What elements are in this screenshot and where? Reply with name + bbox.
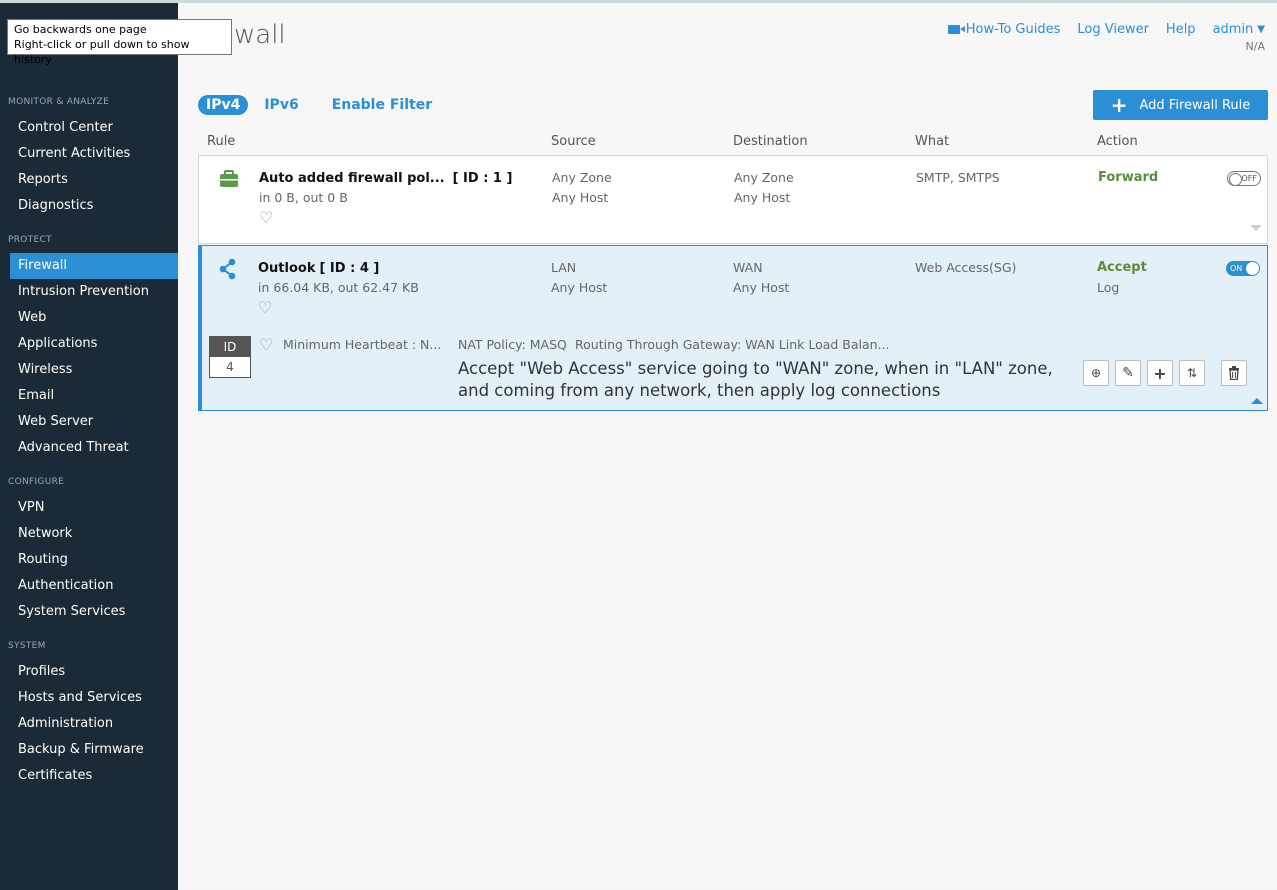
rule-dest-host: Any Host xyxy=(733,280,790,295)
rule-toggle[interactable]: ON xyxy=(1226,261,1260,276)
rule-dest-zone: Any Zone xyxy=(734,170,794,185)
caret-down-icon: ▼ xyxy=(1257,24,1265,35)
rule-source-host: Any Host xyxy=(552,190,609,205)
id-box-value: 4 xyxy=(226,360,234,374)
sidebar-item-advanced-threat[interactable]: Advanced Threat xyxy=(0,435,178,461)
heart-icon[interactable]: ♡ xyxy=(259,210,273,226)
rule-row-expanded[interactable]: Outlook [ ID : 4 ] in 66.04 KB, out 62.4… xyxy=(198,245,1268,411)
sidebar-item-administration[interactable]: Administration xyxy=(0,711,178,737)
rule-action: Accept xyxy=(1097,260,1147,275)
sidebar-item-control-center[interactable]: Control Center xyxy=(0,115,178,141)
sidebar-section-title: CONFIGURE xyxy=(8,477,65,487)
move-button[interactable]: ⇅ xyxy=(1179,360,1205,386)
rule-dest-host: Any Host xyxy=(734,190,791,205)
video-icon xyxy=(947,25,965,34)
sidebar-item-web[interactable]: Web xyxy=(0,305,178,331)
nat-policy: NAT Policy: MASQ xyxy=(458,337,567,352)
sidebar-item-web-server[interactable]: Web Server xyxy=(0,409,178,435)
sidebar-item-network[interactable]: Network xyxy=(0,521,178,547)
add-firewall-rule-label: Add Firewall Rule xyxy=(1139,97,1251,113)
col-destination: Destination xyxy=(733,134,808,149)
sidebar-item-hosts-and-services[interactable]: Hosts and Services xyxy=(0,685,178,711)
sidebar-section-title: PROTECT xyxy=(8,235,52,245)
heartbeat-heart-icon: ♡ xyxy=(259,335,274,354)
rule-source-zone: LAN xyxy=(551,260,577,275)
add-to-group-button[interactable]: ⊕ xyxy=(1083,360,1109,386)
enable-filter-link[interactable]: Enable Filter xyxy=(332,97,432,113)
rule-id: [ ID : 1 ] xyxy=(452,171,513,186)
tab-ipv6[interactable]: IPv6 xyxy=(264,97,298,113)
col-rule: Rule xyxy=(207,134,236,149)
col-what: What xyxy=(915,134,950,149)
rule-name: Auto added firewall pol... xyxy=(259,171,445,186)
add-firewall-rule-button[interactable]: + Add Firewall Rule xyxy=(1093,90,1268,120)
main-content: ewall How-To Guides Log Viewer Help admi… xyxy=(178,3,1277,888)
collapse-icon[interactable] xyxy=(1251,398,1263,404)
rule-what: SMTP, SMTPS xyxy=(916,170,1000,185)
col-source: Source xyxy=(551,134,596,149)
log-viewer-link[interactable]: Log Viewer xyxy=(1077,22,1149,37)
routing-gateway: Routing Through Gateway: WAN Link Load B… xyxy=(575,337,890,352)
back-tooltip: Go backwards one page Right-click or pul… xyxy=(7,19,232,66)
edit-button[interactable]: ✎ xyxy=(1115,360,1141,386)
sidebar-item-system-services[interactable]: System Services xyxy=(0,599,178,625)
sidebar-item-current-activities[interactable]: Current Activities xyxy=(0,141,178,167)
sidebar-item-firewall[interactable]: Firewall xyxy=(10,253,178,279)
sidebar-item-wireless[interactable]: Wireless xyxy=(0,357,178,383)
id-box: ID 4 xyxy=(209,336,251,378)
plus-icon: + xyxy=(1153,363,1167,383)
sidebar-item-intrusion-prevention[interactable]: Intrusion Prevention xyxy=(0,279,178,305)
sidebar-item-certificates[interactable]: Certificates xyxy=(0,763,178,789)
add-button[interactable]: + xyxy=(1147,360,1173,386)
briefcase-icon xyxy=(220,170,238,187)
sidebar-item-vpn[interactable]: VPN xyxy=(0,495,178,521)
sidebar-item-authentication[interactable]: Authentication xyxy=(0,573,178,599)
column-headers: Rule Source Destination What Action xyxy=(198,134,1268,154)
how-to-guides-link[interactable]: How-To Guides xyxy=(947,22,1060,37)
pencil-icon: ✎ xyxy=(1122,365,1134,381)
ip-tabs: IPv4 IPv6 Enable Filter xyxy=(198,95,432,115)
rule-source-host: Any Host xyxy=(551,280,608,295)
delete-button[interactable] xyxy=(1221,360,1247,386)
arrows-icon: ⇅ xyxy=(1186,366,1198,380)
sidebar-item-routing[interactable]: Routing xyxy=(0,547,178,573)
sidebar-item-profiles[interactable]: Profiles xyxy=(0,659,178,685)
help-link[interactable]: Help xyxy=(1166,22,1196,37)
col-action: Action xyxy=(1097,134,1138,149)
circle-plus-icon: ⊕ xyxy=(1090,366,1102,380)
sidebar-item-applications[interactable]: Applications xyxy=(0,331,178,357)
top-links: How-To Guides Log Viewer Help admin ▼ xyxy=(931,22,1265,37)
rule-log: Log xyxy=(1097,280,1120,295)
plus-icon: + xyxy=(1110,93,1128,117)
admin-menu[interactable]: admin ▼ xyxy=(1213,22,1265,37)
na-label: N/A xyxy=(1245,40,1265,53)
rule-toggle[interactable]: OFF xyxy=(1227,171,1261,186)
sidebar-item-reports[interactable]: Reports xyxy=(0,167,178,193)
heartbeat-text: Minimum Heartbeat : N... xyxy=(283,337,442,352)
sidebar-section-title: MONITOR & ANALYZE xyxy=(8,97,110,107)
rule-source-zone: Any Zone xyxy=(552,170,612,185)
rule-id: [ ID : 4 ] xyxy=(319,261,380,276)
rule-description: Accept "Web Access" service going to "WA… xyxy=(458,359,1053,400)
share-icon xyxy=(219,258,236,280)
rule-name: Outlook xyxy=(258,261,316,276)
rule-traffic: in 0 B, out 0 B xyxy=(259,190,348,205)
sidebar-item-diagnostics[interactable]: Diagnostics xyxy=(0,193,178,219)
sidebar-item-backup-firmware[interactable]: Backup & Firmware xyxy=(0,737,178,763)
sidebar-item-email[interactable]: Email xyxy=(0,383,178,409)
tooltip-line-2: Right-click or pull down to show history xyxy=(14,38,190,66)
sidebar-section-title: SYSTEM xyxy=(8,641,46,651)
trash-icon xyxy=(1229,366,1239,380)
id-box-label: ID xyxy=(210,337,250,357)
rule-action: Forward xyxy=(1098,170,1159,185)
rule-what: Web Access(SG) xyxy=(915,260,1017,275)
heart-icon[interactable]: ♡ xyxy=(258,300,272,316)
rule-traffic: in 66.04 KB, out 62.47 KB xyxy=(258,280,419,295)
tooltip-line-1: Go backwards one page xyxy=(14,23,147,36)
tab-ipv4[interactable]: IPv4 xyxy=(198,95,249,115)
expand-icon[interactable] xyxy=(1250,225,1262,231)
sidebar: MONITOR & ANALYZE Control Center Current A… xyxy=(0,3,178,890)
rule-dest-zone: WAN xyxy=(733,260,763,275)
rule-row[interactable]: Auto added firewall pol... [ ID : 1 ] in… xyxy=(198,155,1268,244)
